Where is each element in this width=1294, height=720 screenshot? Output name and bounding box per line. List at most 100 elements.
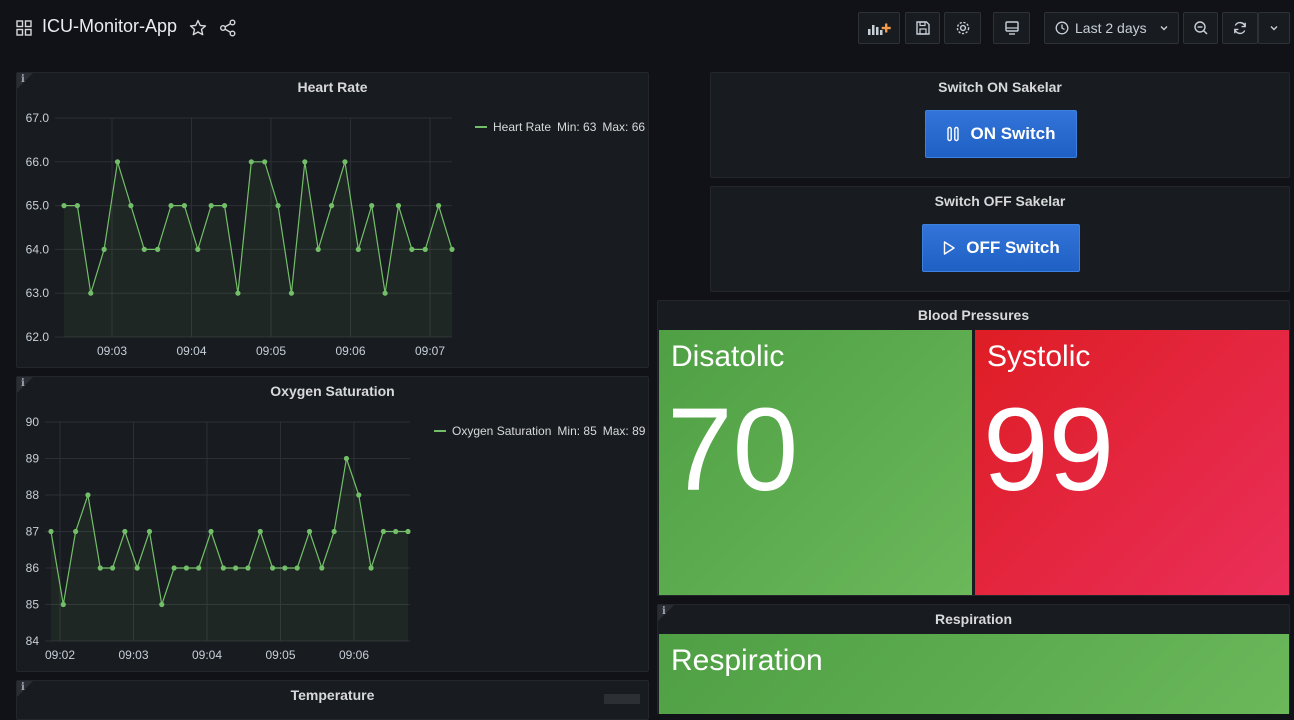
data-point[interactable] (343, 455, 350, 462)
data-point[interactable] (61, 203, 67, 209)
data-point[interactable] (208, 528, 214, 535)
data-point[interactable] (342, 159, 348, 165)
data-point[interactable] (159, 601, 165, 608)
legend-swatch (475, 126, 487, 128)
data-point[interactable] (257, 528, 263, 535)
diastolic-value: 70 (667, 384, 799, 516)
data-point[interactable] (368, 565, 374, 571)
dashboard-title[interactable]: ICU-Monitor-App (42, 16, 177, 37)
data-point[interactable] (155, 246, 161, 252)
x-tick-label: 09:05 (256, 344, 286, 358)
cycle-view-mode-button[interactable] (993, 12, 1030, 44)
data-point[interactable] (128, 203, 134, 209)
data-point[interactable] (319, 565, 325, 571)
data-point[interactable] (88, 290, 94, 296)
data-point[interactable] (122, 528, 128, 535)
data-point[interactable] (101, 246, 107, 252)
data-point[interactable] (262, 159, 268, 165)
data-point[interactable] (282, 565, 288, 571)
data-point[interactable] (235, 290, 241, 296)
data-point[interactable] (171, 565, 177, 571)
data-point[interactable] (275, 203, 281, 209)
switch-off-panel: Switch OFF Sakelar OFF Switch (710, 186, 1290, 292)
legend-series-name: Heart Rate (493, 120, 552, 134)
data-point[interactable] (146, 528, 153, 535)
data-point[interactable] (436, 203, 442, 209)
data-point[interactable] (97, 565, 103, 571)
x-tick-label: 09:05 (265, 648, 295, 662)
data-point[interactable] (393, 528, 399, 535)
data-point[interactable] (356, 492, 362, 498)
y-tick-label: 89 (26, 452, 40, 466)
data-point[interactable] (141, 246, 147, 252)
dashboards-grid-icon[interactable] (16, 20, 32, 36)
data-point[interactable] (168, 203, 174, 209)
x-tick-label: 09:03 (97, 344, 127, 358)
data-point[interactable] (395, 203, 402, 209)
save-dashboard-button[interactable] (905, 12, 940, 44)
data-point[interactable] (382, 290, 388, 296)
panel-title[interactable]: Switch OFF Sakelar (711, 193, 1289, 209)
data-point[interactable] (85, 492, 91, 498)
data-point[interactable] (409, 246, 415, 252)
data-point[interactable] (405, 528, 411, 535)
zoom-out-button[interactable] (1183, 12, 1218, 44)
x-tick-label: 09:04 (176, 344, 206, 358)
data-point[interactable] (48, 528, 54, 535)
data-point[interactable] (380, 528, 386, 535)
data-point[interactable] (73, 528, 79, 535)
y-tick-label: 88 (26, 488, 40, 502)
data-point[interactable] (74, 203, 80, 209)
panel-title[interactable]: Blood Pressures (658, 307, 1289, 323)
data-point[interactable] (233, 565, 239, 571)
data-point[interactable] (369, 203, 375, 209)
data-point[interactable] (220, 565, 226, 571)
data-point[interactable] (183, 565, 190, 571)
data-point[interactable] (269, 565, 276, 571)
series-area (51, 458, 408, 641)
data-point[interactable] (196, 565, 202, 571)
y-tick-label: 65.0 (26, 199, 50, 213)
data-point[interactable] (288, 290, 295, 296)
data-point[interactable] (422, 246, 428, 252)
data-point[interactable] (331, 528, 337, 535)
legend-max: Max: 66 (602, 120, 646, 134)
chart-legend[interactable]: Oxygen Saturation Min: 85 Max: 89 (434, 424, 645, 438)
data-point[interactable] (449, 246, 455, 252)
data-point[interactable] (294, 565, 300, 571)
data-point[interactable] (60, 601, 66, 608)
star-icon[interactable] (189, 19, 207, 37)
panel-title[interactable]: Respiration (658, 611, 1289, 627)
data-point[interactable] (315, 246, 321, 252)
data-point[interactable] (302, 159, 308, 165)
data-point[interactable] (181, 203, 188, 209)
data-point[interactable] (134, 565, 140, 571)
data-point[interactable] (114, 159, 121, 165)
data-point[interactable] (208, 203, 214, 209)
data-point[interactable] (109, 565, 116, 571)
refresh-button[interactable] (1222, 12, 1258, 44)
time-range-picker[interactable]: Last 2 days (1044, 12, 1179, 44)
refresh-icon (1234, 21, 1246, 35)
panel-title[interactable]: Switch ON Sakelar (711, 79, 1289, 95)
off-switch-label: OFF Switch (966, 238, 1060, 257)
y-tick-label: 84 (26, 634, 40, 648)
on-switch-button[interactable]: ON Switch (925, 110, 1077, 158)
data-point[interactable] (355, 246, 361, 252)
settings-button[interactable] (944, 12, 981, 44)
data-point[interactable] (248, 159, 254, 165)
data-point[interactable] (221, 203, 228, 209)
add-panel-button[interactable] (858, 12, 900, 44)
off-switch-button[interactable]: OFF Switch (922, 224, 1080, 272)
data-point[interactable] (306, 528, 313, 535)
data-point[interactable] (195, 246, 201, 252)
systolic-stat: Systolic 99 (975, 330, 1289, 595)
panel-title[interactable]: Temperature (17, 687, 648, 703)
chart-legend[interactable]: Heart Rate Min: 63 Max: 66 (475, 120, 645, 134)
share-icon[interactable] (219, 19, 237, 37)
data-point[interactable] (328, 203, 335, 209)
refresh-interval-dropdown[interactable] (1258, 12, 1290, 44)
temperature-panel: i Temperature (16, 680, 649, 720)
data-point[interactable] (245, 565, 251, 571)
diastolic-stat: Disatolic 70 (659, 330, 972, 595)
